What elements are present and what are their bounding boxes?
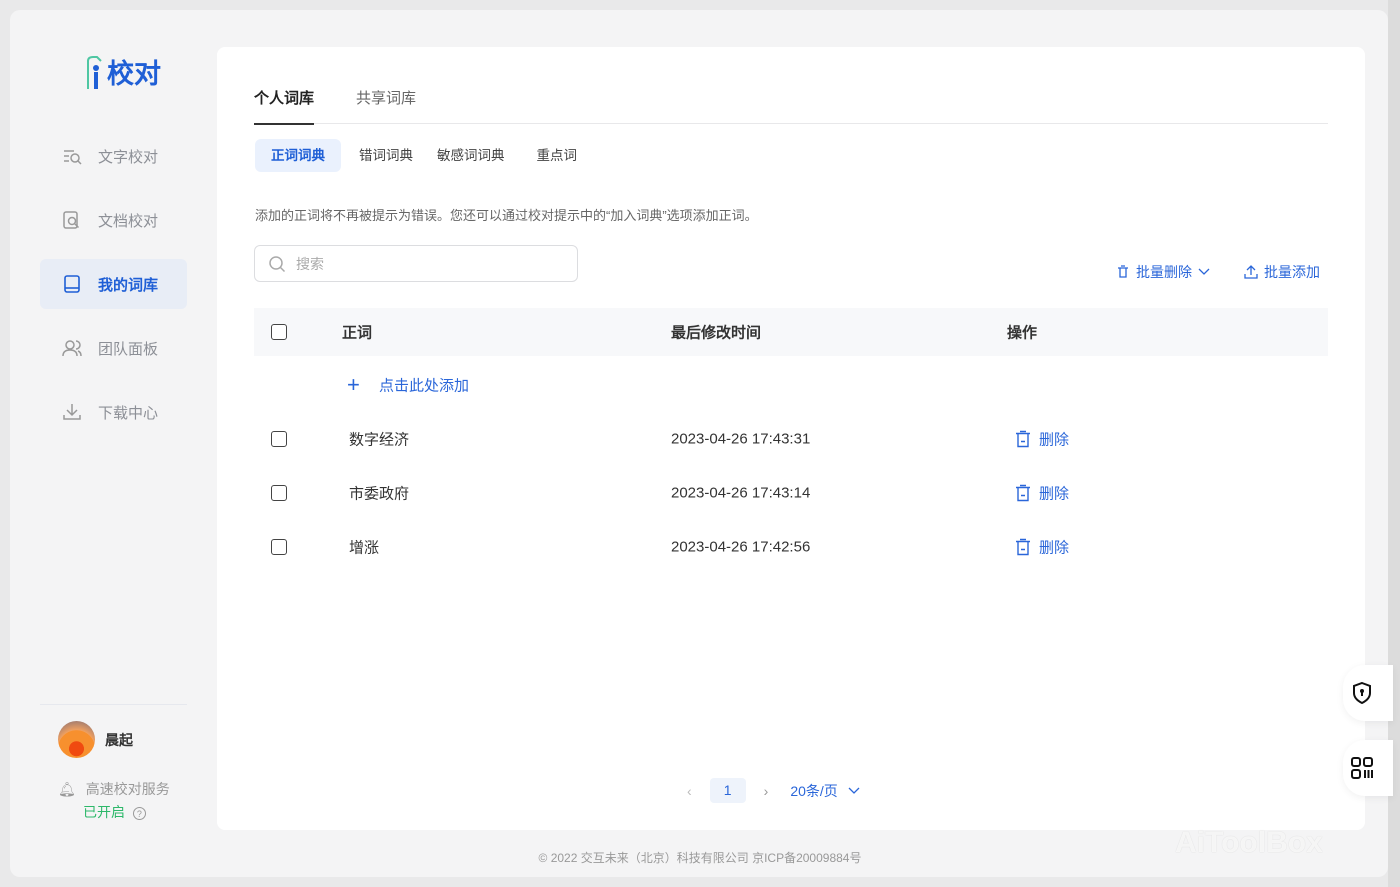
chevron-down-icon xyxy=(1198,268,1210,276)
nav-label: 下载中心 xyxy=(98,402,158,423)
user-profile[interactable]: 晨起 xyxy=(58,721,133,758)
trash-icon xyxy=(1015,485,1031,502)
word-cell: 市委政府 xyxy=(349,483,409,504)
chevron-down-icon[interactable] xyxy=(848,787,860,795)
sidebar-item-download-center[interactable]: 下载中心 xyxy=(40,387,187,437)
row-checkbox[interactable] xyxy=(271,431,287,447)
subtab-sensitive-words[interactable]: 敏感词词典 xyxy=(421,139,521,172)
nav-label: 我的词库 xyxy=(98,274,158,295)
trash-icon xyxy=(1116,265,1130,279)
header-word: 正词 xyxy=(342,322,372,343)
library-tabs: 个人词库 共享词库 xyxy=(254,87,1328,124)
qr-code-icon xyxy=(1351,757,1373,779)
delete-label: 删除 xyxy=(1039,483,1069,504)
pagination: ‹ 1 › 20条/页 xyxy=(687,778,860,803)
batch-add-label: 批量添加 xyxy=(1264,262,1320,282)
users-icon xyxy=(62,339,82,357)
batch-delete-button[interactable]: 批量删除 xyxy=(1116,262,1210,282)
service-status: 🔔︎ 高速校对服务 已开启 ? xyxy=(58,779,170,822)
trash-icon xyxy=(1015,539,1031,556)
main-card: 个人词库 共享词库 正词词典 错词词典 敏感词词典 重点词 添加的正词将不再被提… xyxy=(217,47,1365,830)
delete-button[interactable]: 删除 xyxy=(1015,483,1069,504)
subtab-wrong-words[interactable]: 错词词典 xyxy=(341,139,421,172)
select-all-checkbox[interactable] xyxy=(271,324,287,340)
description: 添加的正词将不再被提示为错误。您还可以通过校对提示中的“加入词典”选项添加正词。 xyxy=(255,205,758,224)
document-search-icon xyxy=(62,211,82,229)
subtab-correct-words[interactable]: 正词词典 xyxy=(255,139,341,172)
time-cell: 2023-04-26 17:42:56 xyxy=(671,539,810,556)
user-name: 晨起 xyxy=(105,730,133,750)
tab-personal[interactable]: 个人词库 xyxy=(254,87,314,124)
sidebar-item-my-dictionary[interactable]: 我的词库 xyxy=(40,259,187,309)
qr-code-button[interactable] xyxy=(1343,740,1393,796)
sidebar-item-doc-proofread[interactable]: 文档校对 xyxy=(40,195,187,245)
table-header: 正词 最后修改时间 操作 xyxy=(254,308,1328,356)
word-cell: 增涨 xyxy=(349,537,379,558)
time-cell: 2023-04-26 17:43:31 xyxy=(671,431,810,448)
watermark: AiToolBox xyxy=(1175,826,1323,860)
table-row: 增涨 2023-04-26 17:42:56 删除 xyxy=(254,520,1328,574)
header-action: 操作 xyxy=(1007,322,1037,343)
delete-button[interactable]: 删除 xyxy=(1015,537,1069,558)
bell-icon: 🔔︎ xyxy=(58,781,76,797)
avatar xyxy=(58,721,95,758)
privacy-button[interactable] xyxy=(1343,665,1393,721)
sidebar-item-text-proofread[interactable]: 文字校对 xyxy=(40,131,187,181)
search-input[interactable]: 搜索 xyxy=(254,245,578,282)
row-checkbox[interactable] xyxy=(271,539,287,555)
upload-icon xyxy=(1244,265,1258,279)
delete-label: 删除 xyxy=(1039,537,1069,558)
page-size-select[interactable]: 20条/页 xyxy=(790,781,837,801)
word-cell: 数字经济 xyxy=(349,429,409,450)
time-cell: 2023-04-26 17:43:14 xyxy=(671,485,810,502)
delete-button[interactable]: 删除 xyxy=(1015,429,1069,450)
nav-label: 文字校对 xyxy=(98,146,158,167)
service-status-text: 已开启 xyxy=(83,804,125,820)
header-time: 最后修改时间 xyxy=(671,322,761,343)
table-row: 数字经济 2023-04-26 17:43:31 删除 xyxy=(254,412,1328,466)
brand-name: 校对 xyxy=(107,52,161,91)
tab-shared[interactable]: 共享词库 xyxy=(356,87,416,124)
subtab-key-words[interactable]: 重点词 xyxy=(521,139,594,172)
next-page-icon[interactable]: › xyxy=(764,783,769,799)
prev-page-icon[interactable]: ‹ xyxy=(687,783,692,799)
add-word-label[interactable]: 点击此处添加 xyxy=(379,375,469,396)
download-icon xyxy=(62,403,82,421)
help-icon[interactable]: ? xyxy=(133,807,146,820)
delete-label: 删除 xyxy=(1039,429,1069,450)
nav-label: 团队面板 xyxy=(98,338,158,359)
batch-delete-label: 批量删除 xyxy=(1136,262,1192,282)
row-checkbox[interactable] xyxy=(271,485,287,501)
table-row: 市委政府 2023-04-26 17:43:14 删除 xyxy=(254,466,1328,520)
plus-icon: + xyxy=(347,372,360,398)
logo: 校对 xyxy=(85,52,161,91)
book-icon xyxy=(62,275,82,293)
logo-icon xyxy=(85,55,107,91)
dictionary-tabs: 正词词典 错词词典 敏感词词典 重点词 xyxy=(255,139,593,172)
trash-icon xyxy=(1015,431,1031,448)
nav-label: 文档校对 xyxy=(98,210,158,231)
current-page[interactable]: 1 xyxy=(710,778,746,803)
service-label: 高速校对服务 xyxy=(86,781,170,797)
text-search-icon xyxy=(62,147,82,165)
add-word-row[interactable]: + 点击此处添加 xyxy=(254,358,1328,412)
search-placeholder: 搜索 xyxy=(296,254,324,274)
batch-add-button[interactable]: 批量添加 xyxy=(1244,262,1320,282)
shield-lock-icon xyxy=(1352,682,1372,704)
search-icon xyxy=(268,255,286,273)
sidebar-item-team-panel[interactable]: 团队面板 xyxy=(40,323,187,373)
divider xyxy=(40,704,187,705)
